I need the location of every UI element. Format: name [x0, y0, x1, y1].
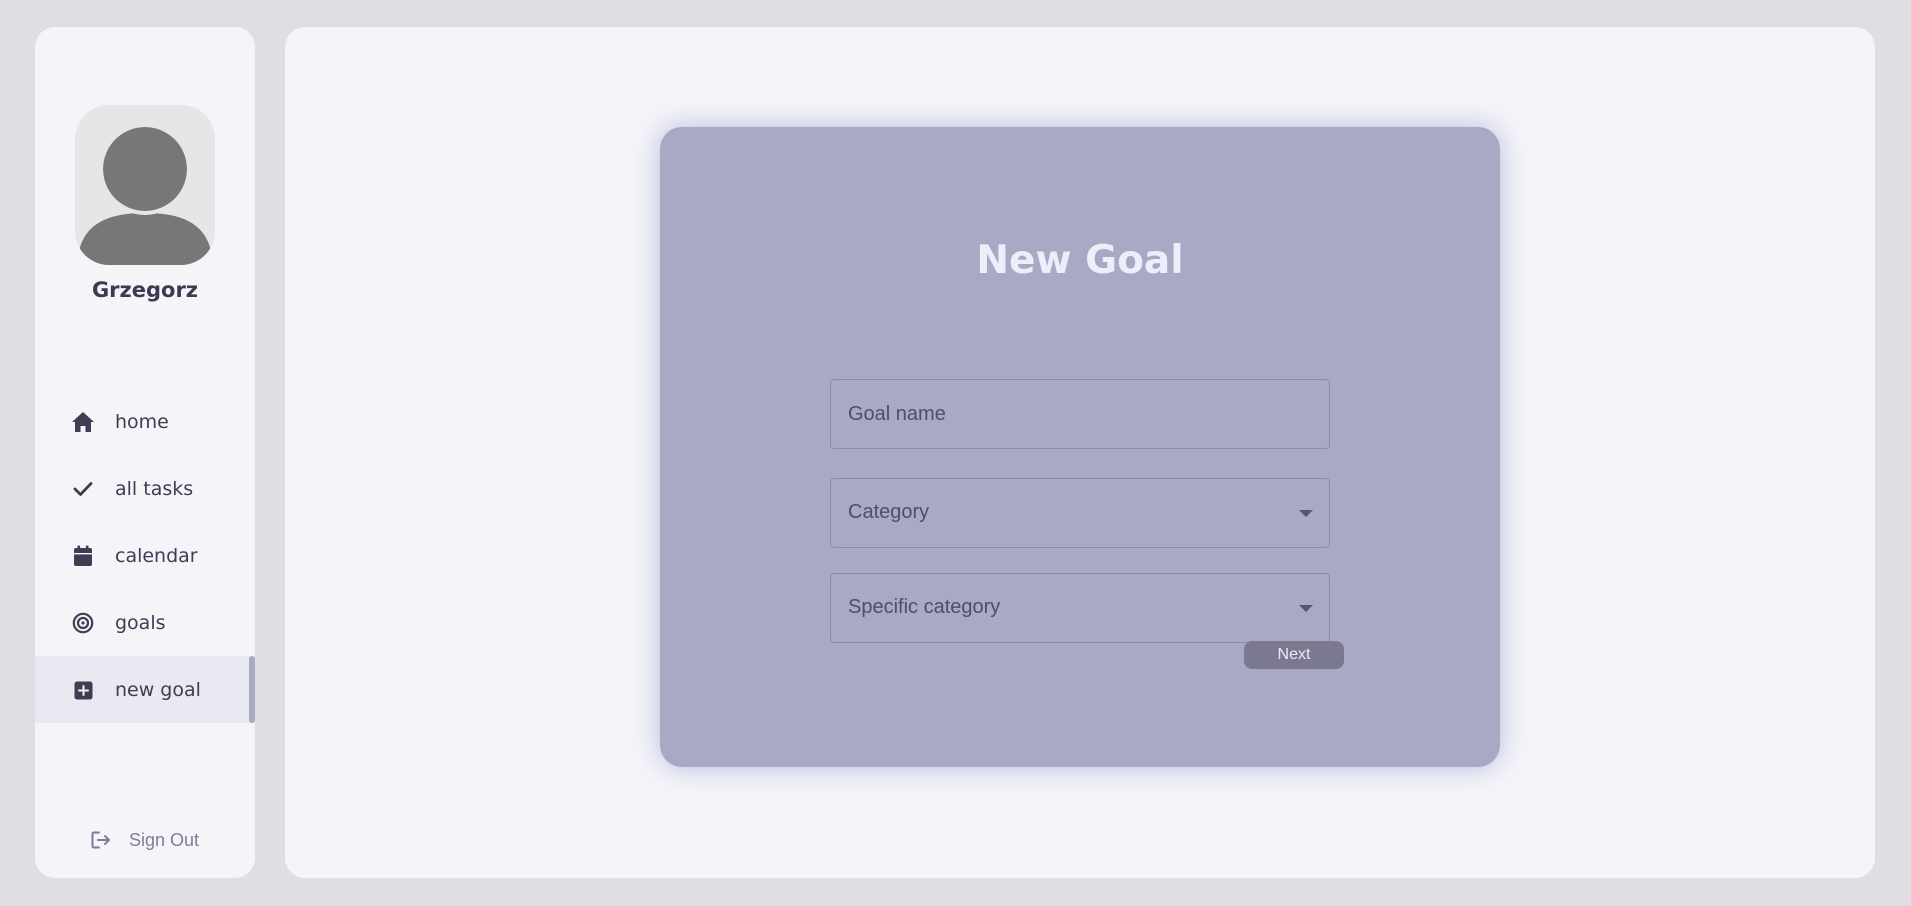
calendar-icon	[71, 544, 95, 568]
check-icon	[71, 477, 95, 501]
specific-category-select-label: Specific category	[848, 596, 1001, 618]
sidebar-item-new-goal[interactable]: new goal	[35, 656, 255, 723]
sign-out-button[interactable]: Sign Out	[90, 829, 199, 851]
category-select[interactable]: Category	[830, 478, 1330, 548]
sidebar-item-label: goals	[115, 612, 166, 634]
new-goal-card: New Goal Category Specific category Next	[660, 127, 1500, 767]
sign-out-label: Sign Out	[129, 829, 200, 850]
sidebar-item-goals[interactable]: goals	[35, 589, 255, 656]
caret-down-icon	[1299, 510, 1313, 517]
home-icon	[71, 410, 95, 434]
username: Grzegorz	[91, 278, 199, 302]
specific-category-select[interactable]: Specific category	[830, 573, 1330, 643]
category-select-label: Category	[848, 501, 930, 523]
sidebar-item-calendar[interactable]: calendar	[35, 522, 255, 589]
sidebar-item-label: calendar	[115, 545, 198, 567]
goal-name-field	[830, 379, 1330, 449]
next-button[interactable]: Next	[1244, 641, 1344, 669]
sidebar-item-label: home	[115, 411, 169, 433]
page-title: New Goal	[976, 238, 1184, 283]
sidebar-item-label: all tasks	[115, 478, 194, 500]
plus-square-icon	[71, 678, 95, 702]
sidebar-item-all-tasks[interactable]: all tasks	[35, 455, 255, 522]
user-silhouette-icon	[77, 123, 213, 265]
sidebar-nav: home all tasks calendar goals new goal	[35, 388, 255, 723]
main-panel: New Goal Category Specific category Next	[285, 27, 1875, 878]
caret-down-icon	[1299, 605, 1313, 612]
sidebar: Grzegorz home all tasks calendar goals n…	[35, 27, 255, 878]
sign-out-icon	[90, 829, 112, 851]
avatar[interactable]	[75, 105, 215, 265]
goal-name-input[interactable]	[831, 380, 1329, 448]
sidebar-item-home[interactable]: home	[35, 388, 255, 455]
target-icon	[71, 611, 95, 635]
sidebar-item-label: new goal	[115, 679, 201, 701]
